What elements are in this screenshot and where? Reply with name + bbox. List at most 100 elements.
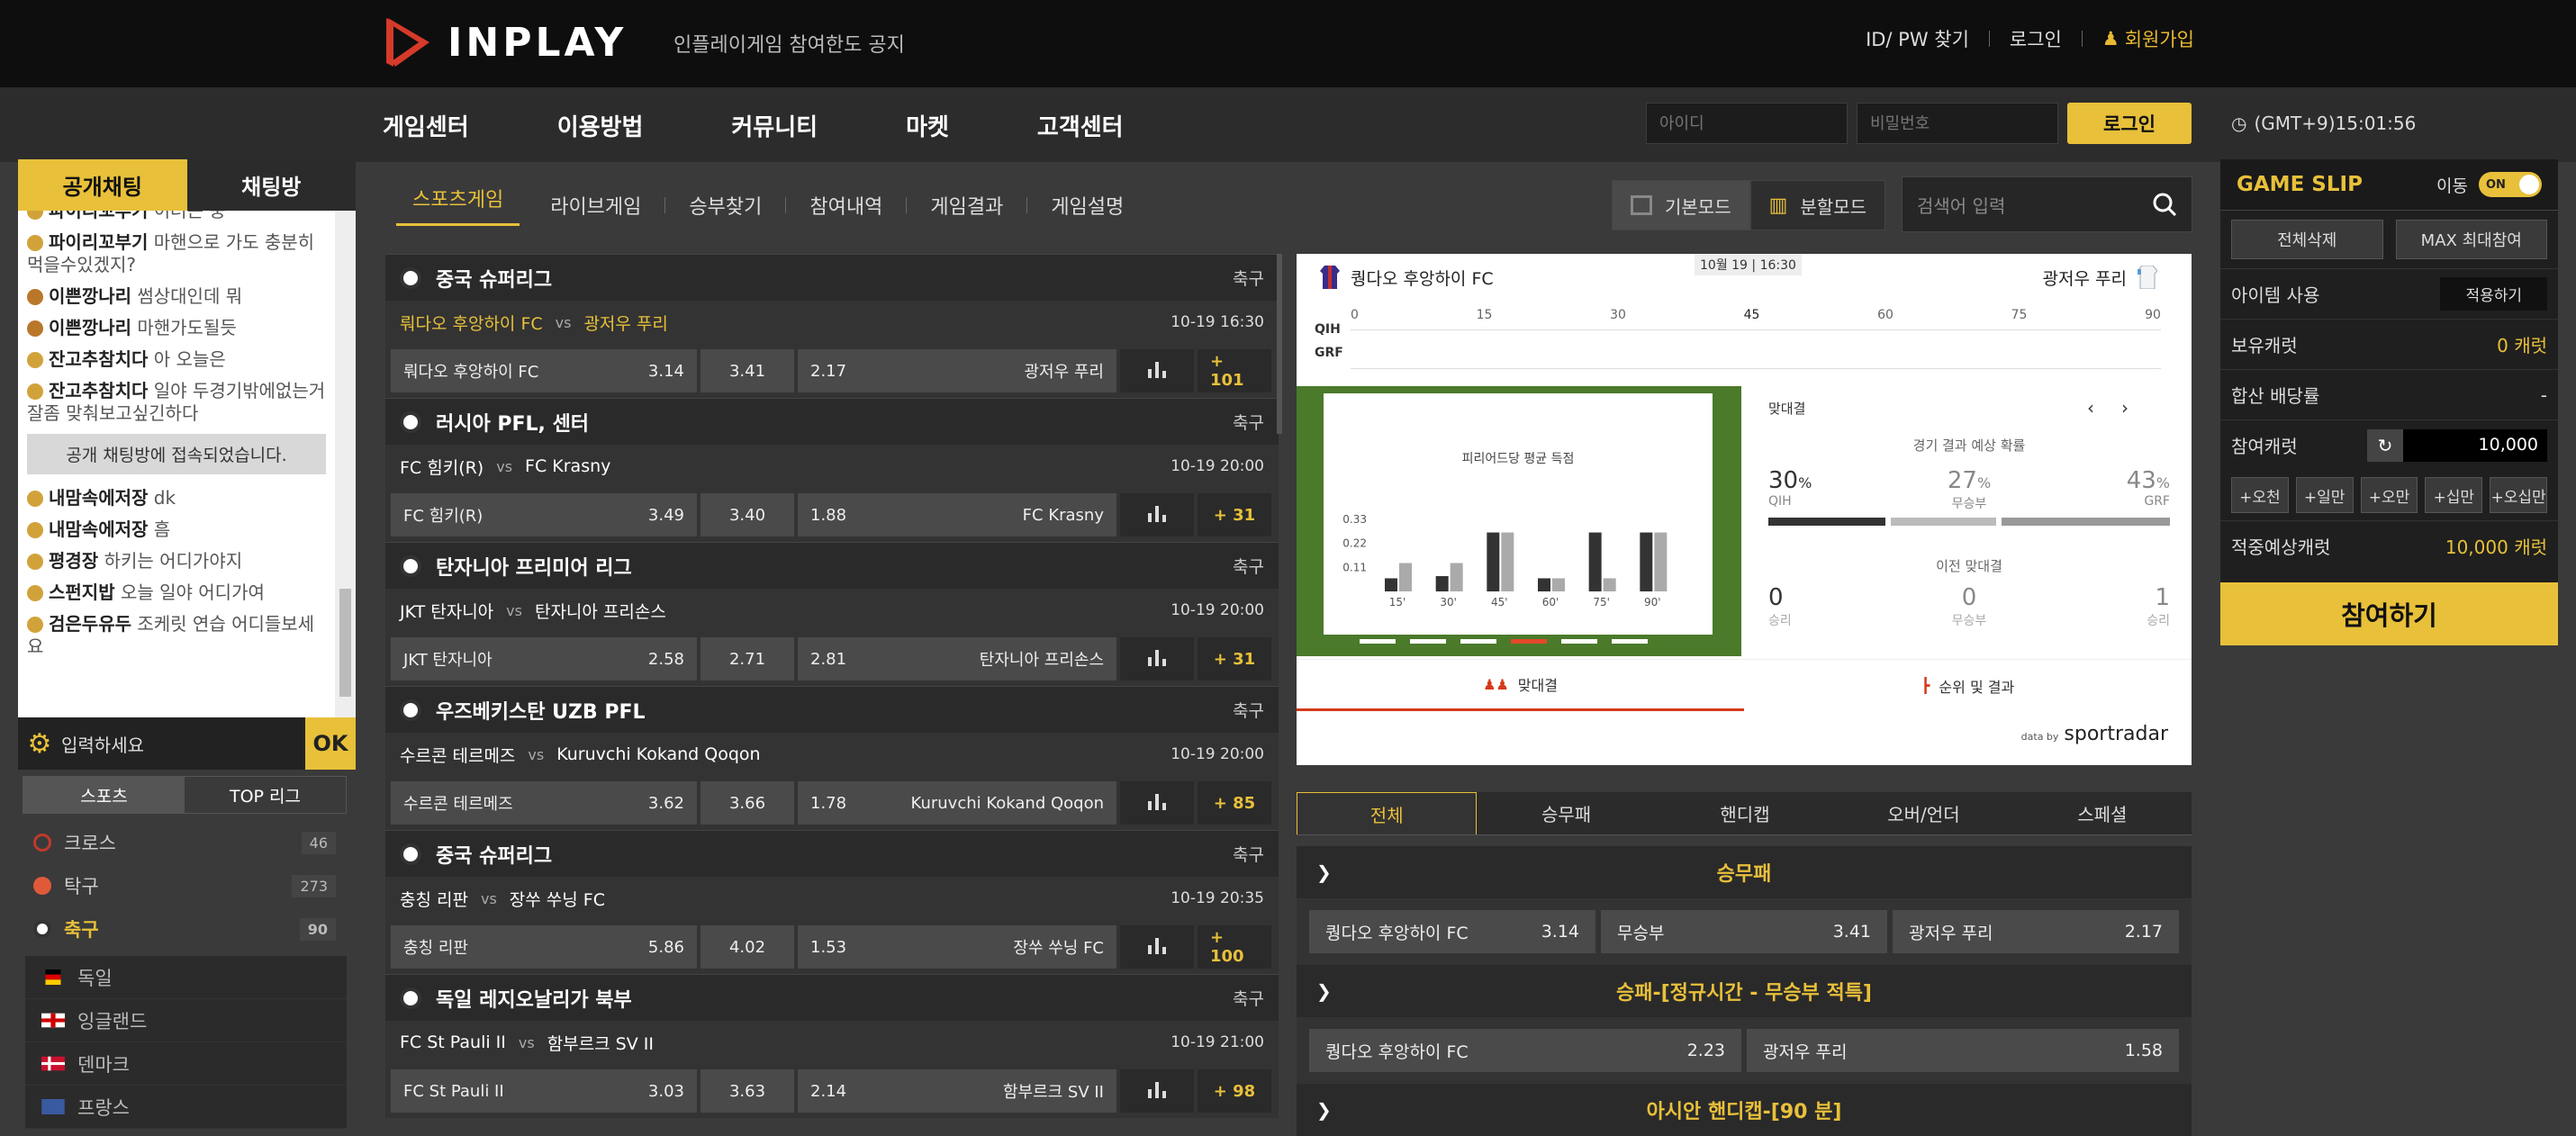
split-mode-button[interactable]: ▥ 분할모드 [1749,180,1886,230]
country-france[interactable]: 프랑스 [25,1086,347,1129]
quick-add-500000[interactable]: +오십만 [2490,477,2547,513]
market-header[interactable]: ❯ 아시안 핸디캡-[90 분] [1297,1084,2192,1136]
match-row[interactable]: 충칭 리판 vs 장쑤 쑤닝 FC 10-19 20:35 [385,877,1279,920]
more-markets-button[interactable]: + 101 [1198,349,1271,392]
home-odd-button[interactable]: 수르콘 테르메즈 3.62 [391,781,697,825]
stats-button[interactable] [1120,493,1194,536]
chat-nick[interactable]: 내맘속에저장 [49,518,148,540]
notice-link[interactable]: 인플레이게임 참여한도 공지 [673,29,905,58]
chevron-left-icon[interactable]: ‹ [2087,397,2121,419]
match-row[interactable]: 수르콘 테르메즈 vs Kuruvchi Kokand Qoqon 10-19 20:… [385,733,1279,776]
tab-game-results[interactable]: 게임결과 [907,191,1026,220]
away-odd-button[interactable]: 2.81 탄자니아 프리손스 [798,637,1116,681]
chat-nick[interactable]: 파이리꼬부기 [49,231,148,253]
home-odd-button[interactable]: FC 힘키(R) 3.49 [391,493,697,536]
chat-nick[interactable]: 이쁜깡나리 [49,317,131,338]
pager-dot[interactable] [1460,639,1496,644]
tab-game-guide[interactable]: 게임설명 [1027,191,1147,220]
quick-add-100000[interactable]: +십만 [2425,477,2483,513]
quick-add-10000[interactable]: +일만 [2295,477,2354,513]
country-germany[interactable]: 독일 [25,956,347,999]
gear-icon[interactable]: ⚙ [18,728,61,760]
away-odd-button[interactable]: 2.17 광저우 푸리 [798,349,1116,392]
tab-win-draw-lose[interactable]: 승무패 [1477,792,1655,834]
draw-odd-button[interactable]: 3.41 [700,349,794,392]
basic-mode-button[interactable]: 기본모드 [1612,180,1750,230]
odd-button[interactable]: 광저우 푸리 1.58 [1747,1029,2179,1072]
tab-public-chat[interactable]: 공개채팅 [18,159,187,211]
tab-chat-room[interactable]: 채팅방 [186,159,356,211]
refresh-icon[interactable]: ↻ [2367,428,2403,462]
quick-add-50000[interactable]: +오만 [2360,477,2418,513]
chat-nick[interactable]: 파이리꼬부기 [49,211,148,221]
nav-market[interactable]: 마켓 [906,109,949,142]
odd-button[interactable]: 퀑다오 후앙하이 FC 3.14 [1309,910,1595,953]
home-odd-button[interactable]: 충칭 리판 5.86 [391,925,697,969]
tab-sports-game[interactable]: 스포츠게임 [396,184,520,226]
tab-over-under[interactable]: 오버/언더 [1834,792,2012,834]
sport-item-cross[interactable]: 크로스 46 [23,821,347,864]
clear-all-button[interactable]: 전체삭제 [2231,220,2383,259]
draw-odd-button[interactable]: 4.02 [700,925,794,969]
sport-item-table-tennis[interactable]: 탁구 273 [23,864,347,907]
match-row[interactable]: JKT 탄자니아 vs 탄자니아 프리손스 10-19 20:00 [385,589,1279,632]
chat-scrollbar[interactable] [335,211,356,717]
tab-live-game[interactable]: 라이브게임 [527,191,664,220]
chat-nick[interactable]: 이쁜깡나리 [49,285,131,307]
draw-odd-button[interactable]: 3.63 [700,1069,794,1113]
tab-handicap[interactable]: 핸디캡 [1656,792,1834,834]
sport-item-soccer[interactable]: 축구 90 [23,907,347,951]
home-odd-button[interactable]: FC St Pauli II 3.03 [391,1069,697,1113]
chat-input[interactable]: 입력하세요 [61,731,305,757]
bet-amount-input[interactable]: 10,000 [2403,428,2547,462]
match-row[interactable]: FC 힘키(R) vs FC Krasny 10-19 20:00 [385,445,1279,488]
stats-button[interactable] [1120,925,1194,969]
pager-dot[interactable] [1410,639,1446,644]
games-scrollbar[interactable] [1277,254,1282,434]
tab-all[interactable]: 전체 [1297,792,1478,834]
stats-button[interactable] [1120,781,1194,825]
match-row[interactable]: FC St Pauli II vs 함부르크 SV II 10-19 21:00 [385,1021,1279,1064]
home-odd-button[interactable]: JKT 탄자니아 2.58 [391,637,697,681]
chevron-right-icon[interactable]: › [2121,397,2156,419]
slip-move-toggle[interactable]: ON [2479,172,2542,197]
away-odd-button[interactable]: 2.14 함부르크 SV II [798,1069,1116,1113]
draw-odd-button[interactable]: 3.66 [700,781,794,825]
away-odd-button[interactable]: 1.88 FC Krasny [798,493,1116,536]
chat-nick[interactable]: 평경장 [49,550,98,572]
pager-dot[interactable] [1561,639,1597,644]
tab-bet-history[interactable]: 참여내역 [786,191,906,220]
match-row[interactable]: 뤄다오 후앙하이 FC vs 광저우 푸리 10-19 16:30 [385,301,1279,344]
draw-odd-button[interactable]: 2.71 [700,637,794,681]
chat-nick[interactable]: 검은두유두 [49,613,131,635]
home-odd-button[interactable]: 뤄다오 후앙하이 FC 3.14 [391,349,697,392]
place-bet-button[interactable]: 참여하기 [2220,582,2558,645]
search-input[interactable]: 검색어 입력 [1917,192,2005,218]
password-input[interactable] [1857,103,2058,144]
nav-game-center[interactable]: 게임센터 [383,109,469,142]
away-odd-button[interactable]: 1.78 Kuruvchi Kokand Qoqon [798,781,1116,825]
join-link[interactable]: ♟ 회원가입 [2102,25,2194,52]
chat-scroll-thumb[interactable] [339,589,351,697]
country-denmark[interactable]: 덴마크 [25,1042,347,1086]
tab-standings[interactable]: ┣ 순위 및 결과 [1744,660,2192,711]
chat-nick[interactable]: 잔고추참치다 [49,380,148,401]
pager-dot[interactable] [1360,639,1396,644]
login-button[interactable]: 로그인 [2067,103,2192,144]
stats-button[interactable] [1120,637,1194,681]
tab-h2h[interactable]: ♟♟ 맞대결 [1297,660,1744,711]
quick-add-5000[interactable]: +오천 [2231,477,2289,513]
more-markets-button[interactable]: + 100 [1198,925,1271,969]
more-markets-button[interactable]: + 31 [1198,637,1271,681]
chat-nick[interactable]: 내맘속에저장 [49,487,148,509]
odd-button[interactable]: 광저우 푸리 2.17 [1893,910,2179,953]
pager-dot[interactable] [1612,639,1648,644]
stats-button[interactable] [1120,349,1194,392]
nav-customer-center[interactable]: 고객센터 [1037,109,1124,142]
away-odd-button[interactable]: 1.53 장쑤 쑤닝 FC [798,925,1116,969]
max-bet-button[interactable]: MAX 최대참여 [2395,220,2547,259]
tab-top-league[interactable]: TOP 리그 [185,777,346,813]
tab-find-match[interactable]: 승부찾기 [665,191,785,220]
odd-button[interactable]: 무승부 3.41 [1601,910,1887,953]
draw-odd-button[interactable]: 3.40 [700,493,794,536]
